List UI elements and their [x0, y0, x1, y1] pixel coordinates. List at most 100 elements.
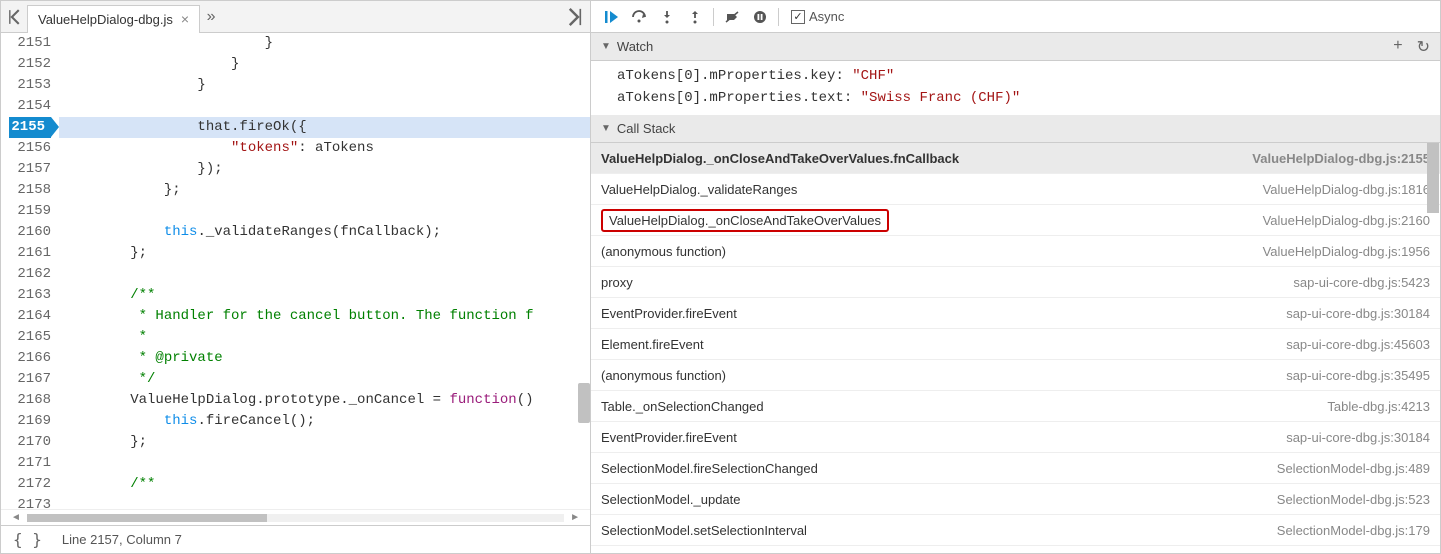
line-number: 2162 — [9, 264, 51, 285]
callstack-title: Call Stack — [617, 121, 676, 136]
line-gutter: 2151 2152 2153 2154 2155 2156 2157 2158 … — [1, 33, 59, 509]
callstack-frame-name: (anonymous function) — [601, 244, 1263, 259]
callstack-row[interactable]: ValueHelpDialog._onCloseAndTakeOverValue… — [591, 143, 1440, 174]
callstack-row[interactable]: proxysap-ui-core-dbg.js:5423 — [591, 267, 1440, 298]
tab-next-button[interactable] — [560, 6, 586, 28]
tab-overflow-button[interactable]: » — [200, 8, 222, 26]
code-line — [59, 264, 590, 285]
callstack-frame-name: ValueHelpDialog._onCloseAndTakeOverValue… — [601, 209, 1263, 232]
line-number: 2172 — [9, 474, 51, 495]
line-number: 2160 — [9, 222, 51, 243]
watch-item[interactable]: aTokens[0].mProperties.key: "CHF" — [617, 65, 1422, 87]
code-line: this._validateRanges(fnCallback); — [59, 222, 590, 243]
step-into-button[interactable] — [653, 4, 681, 30]
callstack-frame-location: sap-ui-core-dbg.js:35495 — [1286, 368, 1430, 383]
debug-toolbar: ✓ Async — [591, 1, 1440, 33]
callstack-frame-location: SelectionModel-dbg.js:489 — [1277, 461, 1430, 476]
callstack-row[interactable]: ValueHelpDialog._validateRangesValueHelp… — [591, 174, 1440, 205]
code-line: "tokens": aTokens — [59, 138, 590, 159]
scroll-left-icon[interactable]: ◄ — [11, 512, 21, 523]
callstack-row[interactable]: SelectionModel._updateSelectionModel-dbg… — [591, 484, 1440, 515]
status-bar: { } Line 2157, Column 7 — [1, 525, 590, 553]
code-editor[interactable]: 2151 2152 2153 2154 2155 2156 2157 2158 … — [1, 33, 590, 509]
code-line: }; — [59, 243, 590, 264]
callstack-row[interactable]: Element.fireEventsap-ui-core-dbg.js:4560… — [591, 329, 1440, 360]
callstack-frame-location: ValueHelpDialog-dbg.js:2155 — [1252, 151, 1430, 166]
step-out-button[interactable] — [681, 4, 709, 30]
callstack-frame-location: SelectionModel-dbg.js:523 — [1277, 492, 1430, 507]
watch-body: aTokens[0].mProperties.key: "CHF" aToken… — [591, 61, 1440, 115]
tab-bar: ValueHelpDialog-dbg.js × » — [1, 1, 590, 33]
tab-close-icon[interactable]: × — [181, 12, 189, 26]
callstack-row[interactable]: ValueHelpDialog._onCloseAndTakeOverValue… — [591, 205, 1440, 236]
editor-scrollbar-vertical[interactable] — [576, 33, 590, 509]
callstack-row[interactable]: EventProvider.fireEventsap-ui-core-dbg.j… — [591, 298, 1440, 329]
callstack-row[interactable]: (anonymous function)sap-ui-core-dbg.js:3… — [591, 360, 1440, 391]
breakpoint-line-number[interactable]: 2155 — [9, 117, 51, 138]
callstack-row[interactable]: Table._onSelectionChangedTable-dbg.js:42… — [591, 391, 1440, 422]
callstack-header[interactable]: ▼ Call Stack — [591, 115, 1440, 143]
line-number: 2158 — [9, 180, 51, 201]
callstack-body: ValueHelpDialog._onCloseAndTakeOverValue… — [591, 143, 1440, 553]
callstack-frame-location: ValueHelpDialog-dbg.js:1956 — [1263, 244, 1430, 259]
line-number: 2168 — [9, 390, 51, 411]
pause-exceptions-button[interactable] — [746, 4, 774, 30]
watch-item[interactable]: aTokens[0].mProperties.text: "Swiss Fran… — [617, 87, 1422, 109]
code-line — [59, 96, 590, 117]
callstack-frame-location: sap-ui-core-dbg.js:5423 — [1293, 275, 1430, 290]
pretty-print-icon[interactable]: { } — [13, 530, 42, 549]
add-watch-button[interactable]: + — [1393, 37, 1402, 57]
callstack-frame-location: sap-ui-core-dbg.js:30184 — [1286, 306, 1430, 321]
code-line — [59, 201, 590, 222]
step-over-button[interactable] — [625, 4, 653, 30]
line-number: 2154 — [9, 96, 51, 117]
line-number: 2167 — [9, 369, 51, 390]
callstack-frame-location: sap-ui-core-dbg.js:45603 — [1286, 337, 1430, 352]
callstack-row[interactable]: EventProvider.fireEventsap-ui-core-dbg.j… — [591, 422, 1440, 453]
code-line: /** — [59, 474, 590, 495]
line-number: 2151 — [9, 33, 51, 54]
callstack-scrollbar-vertical[interactable] — [1426, 143, 1440, 553]
callstack-frame-location: Table-dbg.js:4213 — [1327, 399, 1430, 414]
callstack-frame-location: SelectionModel-dbg.js:179 — [1277, 523, 1430, 538]
code-line: }); — [59, 159, 590, 180]
code-line — [59, 495, 590, 509]
code-line: * @private — [59, 348, 590, 369]
refresh-watch-button[interactable]: ↻ — [1417, 37, 1430, 57]
resume-button[interactable] — [597, 4, 625, 30]
line-number: 2170 — [9, 432, 51, 453]
callstack-row[interactable]: (anonymous function)ValueHelpDialog-dbg.… — [591, 236, 1440, 267]
deactivate-breakpoints-button[interactable] — [718, 4, 746, 30]
line-number: 2156 — [9, 138, 51, 159]
tab-prev-button[interactable] — [5, 6, 27, 28]
code-line: * Handler for the cancel button. The fun… — [59, 306, 590, 327]
callstack-row[interactable]: SelectionModel.fireSelectionChangedSelec… — [591, 453, 1440, 484]
callstack-frame-name: proxy — [601, 275, 1293, 290]
editor-scrollbar-horizontal[interactable]: ◄ ► — [1, 509, 590, 525]
callstack-frame-name: EventProvider.fireEvent — [601, 306, 1286, 321]
tab-file[interactable]: ValueHelpDialog-dbg.js × — [27, 5, 200, 33]
scroll-right-icon[interactable]: ► — [570, 512, 580, 523]
editor-pane: ValueHelpDialog-dbg.js × » 2151 2152 215… — [1, 1, 591, 553]
async-label: Async — [809, 9, 844, 24]
line-number: 2173 — [9, 495, 51, 509]
code-line: * — [59, 327, 590, 348]
callstack-frame-name: SelectionModel.setSelectionInterval — [601, 523, 1277, 538]
code-line: }; — [59, 180, 590, 201]
callstack-frame-name: ValueHelpDialog._onCloseAndTakeOverValue… — [601, 151, 1252, 166]
callstack-frame-location: ValueHelpDialog-dbg.js:2160 — [1263, 213, 1430, 228]
line-number: 2159 — [9, 201, 51, 222]
line-number: 2153 — [9, 75, 51, 96]
code-line: /** — [59, 285, 590, 306]
watch-header[interactable]: ▼ Watch + ↻ — [591, 33, 1440, 61]
callstack-row[interactable]: SelectionModel.setSelectionIntervalSelec… — [591, 515, 1440, 546]
code-line: } — [59, 54, 590, 75]
watch-title: Watch — [617, 39, 653, 54]
tab-label: ValueHelpDialog-dbg.js — [38, 12, 173, 27]
callstack-frame-name: Element.fireEvent — [601, 337, 1286, 352]
async-checkbox[interactable]: ✓ Async — [791, 9, 844, 24]
callstack-frame-name: ValueHelpDialog._validateRanges — [601, 182, 1263, 197]
code-body[interactable]: } } } that.fireOk({ "tokens": aTokens })… — [59, 33, 590, 509]
callstack-frame-name: (anonymous function) — [601, 368, 1286, 383]
callstack-frame-name: SelectionModel._update — [601, 492, 1277, 507]
